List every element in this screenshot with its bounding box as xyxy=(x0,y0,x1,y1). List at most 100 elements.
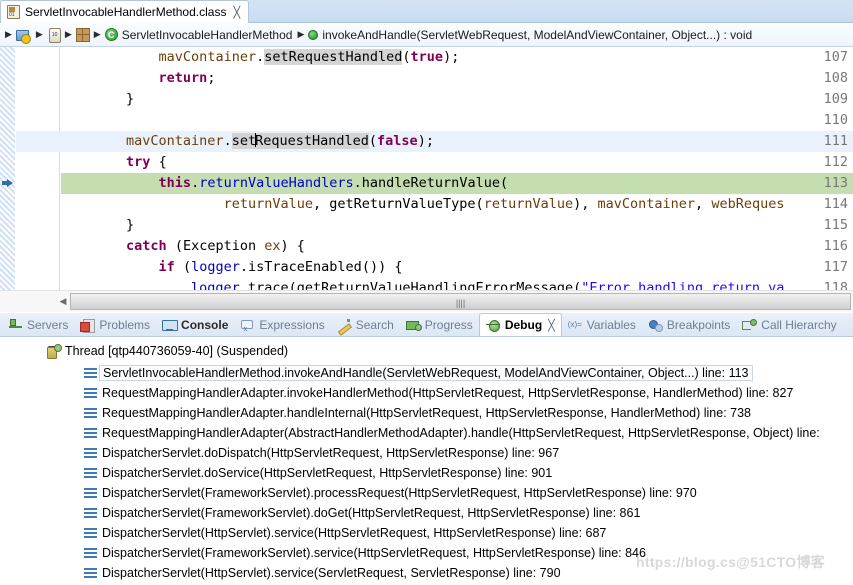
token-local-returnvalue: returnValue xyxy=(223,196,313,212)
code-line-116: catch (Exception ex) { xyxy=(61,236,853,257)
code-editor[interactable]: 107 108 109 110 111 112 113 114 115 116 … xyxy=(0,47,853,290)
token-brace-open: { xyxy=(296,238,305,254)
java-class-icon[interactable] xyxy=(104,28,118,42)
breadcrumb-separator: ▶ xyxy=(64,29,72,39)
token-paren-open: ( xyxy=(368,133,378,149)
tab-label: Search xyxy=(355,318,394,332)
breadcrumb-separator: ▶ xyxy=(5,29,12,39)
editor-tab-bar: ServletInvocableHandlerMethod.class ╳ xyxy=(0,0,853,23)
code-line-114: returnValue, getReturnValueType(returnVa… xyxy=(61,194,853,215)
stack-frame-label: RequestMappingHandlerAdapter(AbstractHan… xyxy=(102,426,820,440)
tab-problems[interactable]: Problems xyxy=(74,314,156,336)
tab-progress[interactable]: Progress xyxy=(400,314,479,336)
token-local-webrequest-truncated: webReques xyxy=(711,196,785,212)
code-line-108: return; xyxy=(61,68,853,89)
code-line-109: } xyxy=(61,89,853,110)
token-local-var: mavContainer xyxy=(126,133,224,149)
token-paren-open: ( xyxy=(288,280,297,290)
close-icon[interactable]: ╳ xyxy=(233,6,240,19)
token-local-var: mavContainer xyxy=(158,49,257,65)
stack-frame-icon xyxy=(84,527,97,539)
breakpoints-icon xyxy=(648,318,663,332)
token-dot: . xyxy=(191,175,200,191)
token-dot: . xyxy=(223,133,232,149)
editor-marker-bar[interactable] xyxy=(0,47,16,290)
thread-label: Thread [qtp440736059-40] (Suspended) xyxy=(65,344,289,358)
token-keyword-catch: catch xyxy=(126,238,167,254)
token-field-logger: logger xyxy=(191,280,240,290)
scroll-left-arrow-icon[interactable]: ◀ xyxy=(56,293,70,310)
stack-frame-icon xyxy=(84,367,97,379)
servers-icon xyxy=(8,318,23,332)
breadcrumb: ▶ ▶ ▶ ▶ ServletInvocableHandlerMethod ▶ … xyxy=(0,23,853,47)
tab-label: Servers xyxy=(27,318,69,332)
jar-library-icon[interactable] xyxy=(47,27,61,43)
tab-expressions[interactable]: Expressions xyxy=(234,314,330,336)
token-brace-open: { xyxy=(394,259,403,275)
stack-frame-icon xyxy=(84,407,97,419)
tab-breakpoints[interactable]: Breakpoints xyxy=(642,314,736,336)
stack-frame-label: DispatcherServlet.doService(HttpServletR… xyxy=(102,466,553,480)
stack-frame-row[interactable]: RequestMappingHandlerAdapter.invokeHandl… xyxy=(0,383,793,403)
token-semicolon: ; xyxy=(207,70,216,86)
tab-debug[interactable]: Debug ╳ xyxy=(478,313,562,336)
token-paren-open: ( xyxy=(475,196,484,212)
token-paren-close: ) xyxy=(378,259,387,275)
token-dot: . xyxy=(239,259,249,275)
java-method-icon[interactable] xyxy=(308,29,319,40)
call-hierarchy-icon xyxy=(742,318,758,332)
breadcrumb-item-method[interactable]: invokeAndHandle(ServletWebRequest, Model… xyxy=(321,28,753,42)
token-brace-close: } xyxy=(126,217,135,233)
token-method-handlereturnvalue: handleReturnValue xyxy=(361,175,500,191)
stack-frame-label: DispatcherServlet(FrameworkServlet).serv… xyxy=(102,546,646,560)
thread-icon xyxy=(46,344,62,359)
breadcrumb-separator: ▶ xyxy=(93,29,101,39)
token-semicolon: ; xyxy=(451,49,460,65)
tab-console[interactable]: Console xyxy=(156,314,234,336)
token-paren-open: ( xyxy=(182,259,192,275)
tab-servers[interactable]: Servers xyxy=(2,314,74,336)
stack-frame-row[interactable]: RequestMappingHandlerAdapter.handleInter… xyxy=(0,403,751,423)
stack-frame-label: DispatcherServlet.doDispatch(HttpServlet… xyxy=(102,446,560,460)
view-tab-bar: Servers Problems Console Expressions Sea… xyxy=(0,312,853,336)
token-keyword-this: this xyxy=(158,175,192,191)
search-icon xyxy=(337,318,352,332)
stack-frame-row[interactable]: DispatcherServlet(FrameworkServlet).serv… xyxy=(0,543,646,563)
project-icon[interactable] xyxy=(15,27,32,44)
cursor-line-gutter-highlight xyxy=(16,131,61,152)
scrollbar-thumb[interactable]: |||| xyxy=(70,293,851,310)
stack-frame-row[interactable]: DispatcherServlet.doDispatch(HttpServlet… xyxy=(0,443,559,463)
editor-horizontal-scrollbar[interactable]: ◀ |||| xyxy=(0,290,853,312)
stack-frame-row[interactable]: RequestMappingHandlerAdapter(AbstractHan… xyxy=(0,423,820,443)
tab-call-hierarchy[interactable]: Call Hierarchy xyxy=(736,314,842,336)
tab-search[interactable]: Search xyxy=(331,314,400,336)
stack-frame-row[interactable]: DispatcherServlet(HttpServlet).service(S… xyxy=(0,563,561,583)
stack-frame-row[interactable]: DispatcherServlet(HttpServlet).service(H… xyxy=(0,523,606,543)
token-dot: . xyxy=(353,175,362,191)
token-brace-open: { xyxy=(158,154,167,170)
editor-text-area[interactable]: mavContainer.setRequestHandled(true); re… xyxy=(61,47,853,290)
token-local-ex: ex xyxy=(264,238,281,254)
console-icon xyxy=(162,318,179,332)
stack-frame-row[interactable]: ServletInvocableHandlerMethod.invokeAndH… xyxy=(0,363,753,383)
token-method-istraceenabled: isTraceEnabled xyxy=(248,259,362,275)
breadcrumb-item-class[interactable]: ServletInvocableHandlerMethod xyxy=(121,28,294,42)
debug-thread-row[interactable]: Thread [qtp440736059-40] (Suspended) xyxy=(0,341,288,361)
token-paren-open: ( xyxy=(499,175,509,191)
token-paren-open: ( xyxy=(361,259,370,275)
token-type-exception: Exception xyxy=(182,238,257,254)
stack-frame-row[interactable]: DispatcherServlet.doService(HttpServletR… xyxy=(0,463,552,483)
editor-tab-servletinvocablehandlermethod[interactable]: ServletInvocableHandlerMethod.class ╳ xyxy=(0,0,250,23)
tab-variables[interactable]: Variables xyxy=(562,314,642,336)
code-line-118: logger.trace(getReturnValueHandlingError… xyxy=(61,278,853,290)
problems-icon xyxy=(80,318,96,333)
expressions-icon xyxy=(240,318,255,333)
stack-frame-row[interactable]: DispatcherServlet(FrameworkServlet).doGe… xyxy=(0,503,640,523)
stack-frame-row[interactable]: DispatcherServlet(FrameworkServlet).proc… xyxy=(0,483,697,503)
debug-view[interactable]: Thread [qtp440736059-40] (Suspended) Ser… xyxy=(0,336,853,585)
package-icon[interactable] xyxy=(75,27,90,42)
close-icon[interactable]: ╳ xyxy=(548,319,555,332)
stack-frame-label: DispatcherServlet(HttpServlet).service(S… xyxy=(102,566,561,580)
token-paren-open: ( xyxy=(174,238,183,254)
